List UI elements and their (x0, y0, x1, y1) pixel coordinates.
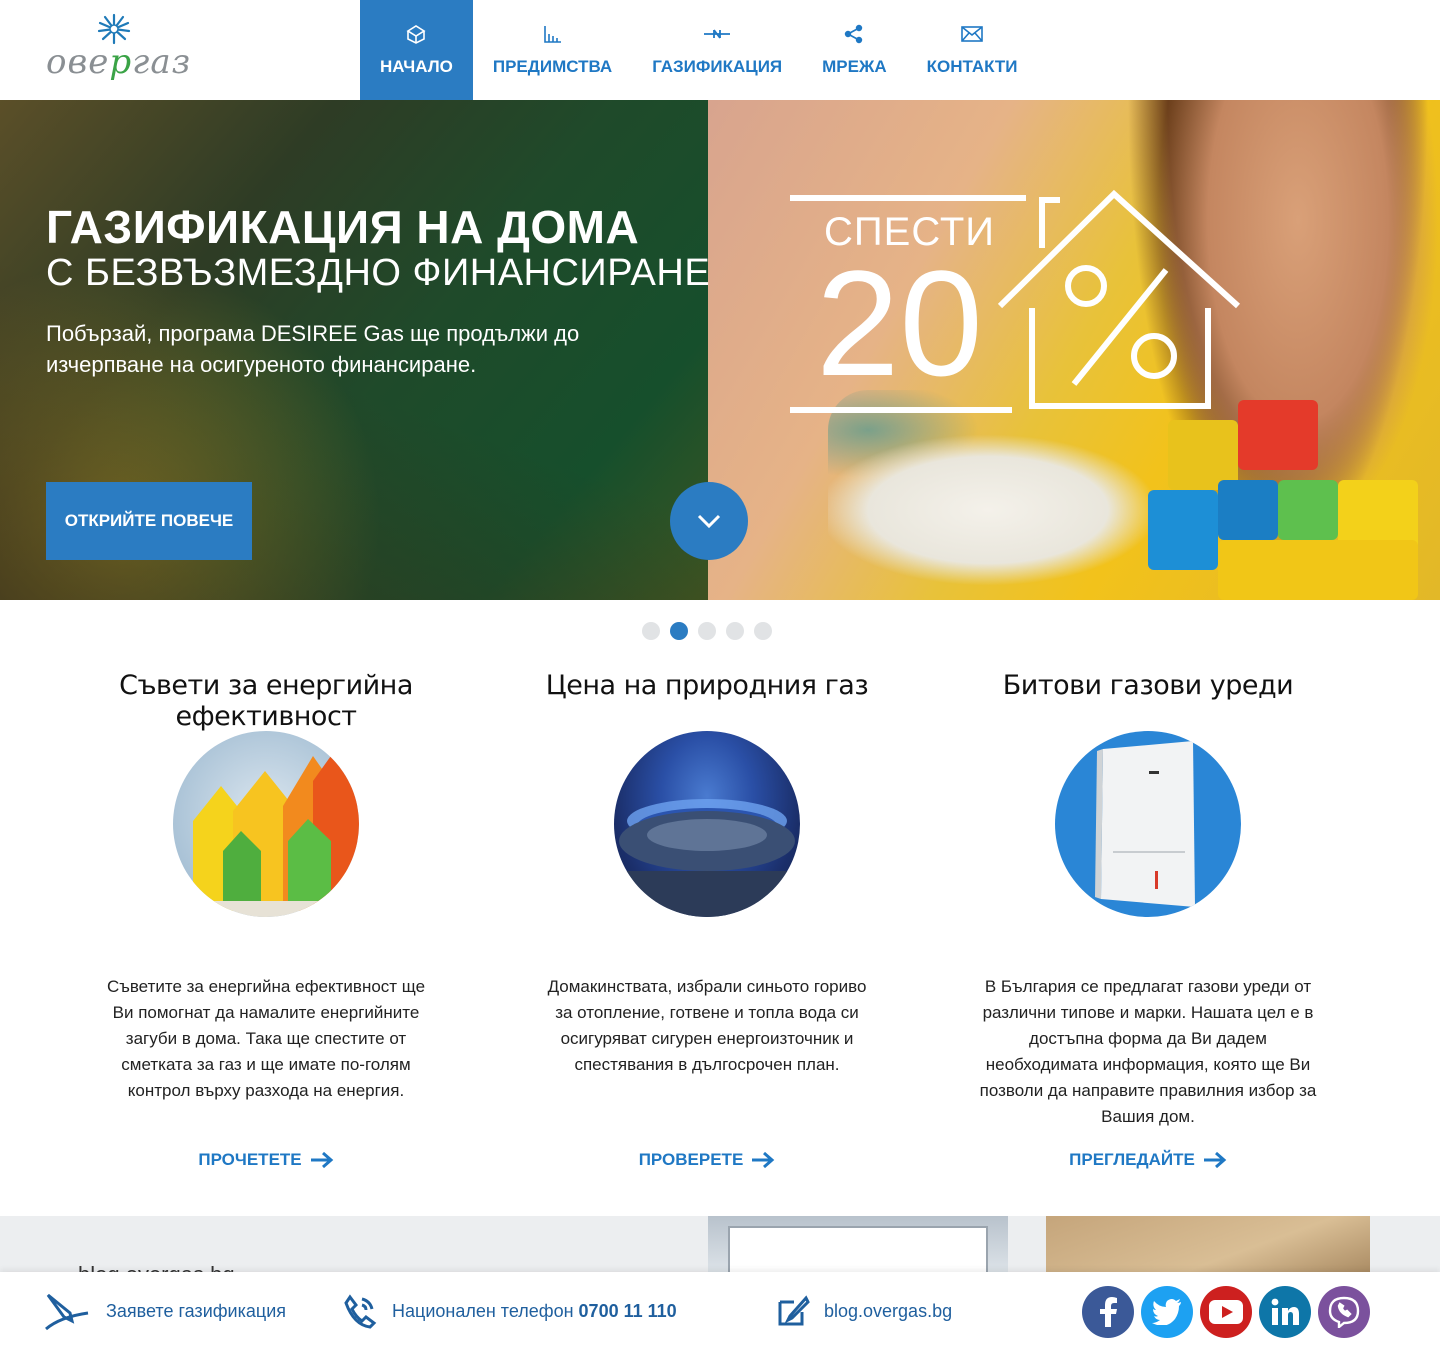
linkedin-icon[interactable] (1259, 1286, 1311, 1338)
slider-dots (642, 622, 772, 640)
slider-dot[interactable] (698, 622, 716, 640)
promo-number: 20 (816, 239, 983, 407)
hero-title: ГАЗИФИКАЦИЯ НА ДОМА (46, 201, 640, 253)
site-header: овергаз НАЧАЛО ПРЕДИМСТВА ГАЗИФИКАЦИЯ МР… (0, 0, 1440, 100)
blog-section: blog.overgas.bg (0, 1216, 1440, 1276)
nav-advantages[interactable]: ПРЕДИМСТВА (473, 0, 632, 100)
national-phone-link[interactable]: Национален телефон 0700 11 110 (342, 1272, 677, 1350)
browse-link[interactable]: ПРЕГЛЕДАЙТЕ (918, 1150, 1378, 1170)
energy-houses-image[interactable] (173, 731, 359, 917)
feature-title: Цена на природния газ (545, 670, 869, 701)
slider-dot-active[interactable] (670, 622, 688, 640)
sticky-footer: Заявете газификация Национален телефон 0… (0, 1272, 1440, 1350)
hero-subtitle: С БЕЗВЪЗМЕЗДНО ФИНАНСИРАНЕ (46, 252, 711, 294)
scroll-down-button[interactable] (670, 482, 748, 560)
pen-sign-icon (45, 1293, 89, 1331)
edit-icon (778, 1295, 810, 1326)
flower-logo-icon (97, 13, 131, 45)
chart-icon (543, 23, 563, 45)
toy-blocks (1088, 400, 1428, 600)
nav-label: ГАЗИФИКАЦИЯ (652, 57, 783, 76)
nav-label: КОНТАКТИ (926, 57, 1018, 76)
pipe-icon (703, 23, 731, 45)
discover-more-button[interactable]: ОТКРИЙТЕ ПОВЕЧЕ (46, 482, 252, 560)
feature-text: Съветите за енергийна ефективност ще Ви … (106, 977, 426, 1100)
check-link[interactable]: ПРОВЕРЕТЕ (477, 1150, 937, 1170)
nav-gasification[interactable]: ГАЗИФИКАЦИЯ (632, 0, 802, 100)
gas-boiler-image[interactable] (1055, 731, 1241, 917)
chevron-down-icon (697, 514, 721, 529)
twitter-icon[interactable] (1141, 1286, 1193, 1338)
blog-laptop-image[interactable] (708, 1216, 1008, 1276)
logo-wordmark: овергаз (46, 42, 192, 82)
home-box-icon (405, 23, 427, 45)
viber-icon[interactable] (1318, 1286, 1370, 1338)
nav-network[interactable]: МРЕЖА (802, 0, 906, 100)
feature-text: В България се предлагат газови уреди от … (979, 977, 1317, 1126)
nav-label: НАЧАЛО (380, 57, 453, 76)
feature-gas-appliances: Битови газови уреди В България се предла… (918, 670, 1378, 1169)
blog-desk-image[interactable] (1046, 1216, 1370, 1276)
nav-home[interactable]: НАЧАЛО (360, 0, 473, 100)
arrow-right-icon (752, 1151, 775, 1169)
feature-energy-efficiency: Съвети за енергийна ефективност Съветите… (36, 670, 496, 1169)
slider-dot[interactable] (642, 622, 660, 640)
network-icon (844, 23, 864, 45)
arrow-right-icon (310, 1151, 333, 1169)
feature-gas-price: Цена на природния газ Домакинствата, изб… (477, 670, 937, 1169)
blog-link[interactable]: blog.overgas.bg (776, 1272, 952, 1350)
envelope-icon (961, 23, 983, 45)
overgas-logo[interactable]: овергаз (46, 12, 190, 84)
nav-label: ПРЕДИМСТВА (492, 57, 613, 76)
arrow-right-icon (1203, 1151, 1227, 1169)
read-link[interactable]: ПРОЧЕТЕТЕ (36, 1150, 496, 1170)
request-gasification-link[interactable]: Заявете газификация (44, 1272, 286, 1350)
gas-burner-image[interactable] (614, 731, 800, 917)
slider-dot[interactable] (726, 622, 744, 640)
nav-label: МРЕЖА (822, 57, 887, 76)
hero-slider: ГАЗИФИКАЦИЯ НА ДОМА С БЕЗВЪЗМЕЗДНО ФИНАН… (0, 100, 1440, 600)
phone-icon (344, 1294, 377, 1329)
main-nav: НАЧАЛО ПРЕДИМСТВА ГАЗИФИКАЦИЯ МРЕЖА КОНТ… (360, 0, 1038, 100)
save-20-promo: СПЕСТИ 20 (788, 188, 1248, 418)
feature-title: Съвети за енергийна ефективност (119, 670, 413, 732)
youtube-icon[interactable] (1200, 1286, 1252, 1338)
facebook-icon[interactable] (1082, 1286, 1134, 1338)
feature-text: Домакинствата, избрали синьото гориво за… (547, 977, 867, 1074)
hero-text: Побързай, програма DESIREE Gas ще продъл… (46, 321, 580, 377)
feature-title: Битови газови уреди (1002, 670, 1294, 701)
nav-contacts[interactable]: КОНТАКТИ (907, 0, 1038, 100)
slider-dot[interactable] (754, 622, 772, 640)
